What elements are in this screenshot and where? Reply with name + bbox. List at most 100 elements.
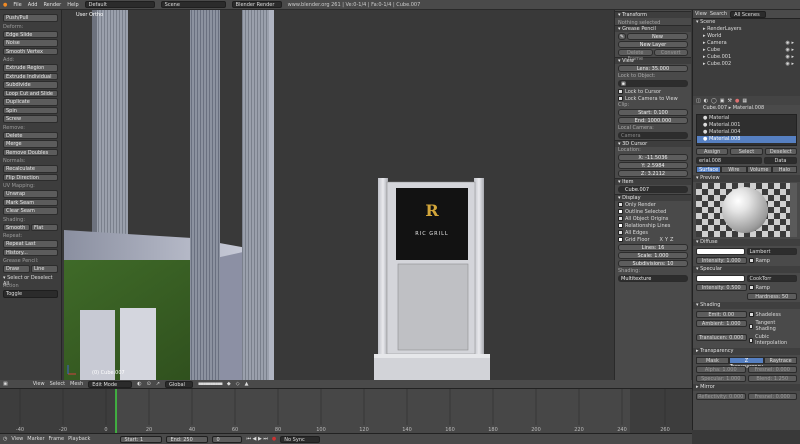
vp-menu-mesh[interactable]: Mesh [70, 381, 83, 387]
shadeless-check[interactable]: Shadeless [748, 311, 798, 318]
scene-selector[interactable]: Scene [160, 1, 226, 8]
deselect-button[interactable]: Deselect [764, 148, 797, 155]
hardness-field[interactable]: Hardness: 50 [746, 293, 797, 300]
tangent-check[interactable]: Tangent Shading [748, 320, 798, 332]
line-button[interactable]: Line [31, 265, 58, 273]
screw-button[interactable]: Screw [3, 115, 58, 123]
outliner-item-cube[interactable]: ▸ Cube ◉ ▸ [693, 47, 800, 54]
specular-alpha-field[interactable]: Specular: 1.000 [696, 375, 746, 382]
cursor-y-field[interactable]: Y: 2.5984 [618, 162, 688, 169]
cursor-x-field[interactable]: X: -11.5036 [618, 154, 688, 161]
texture-tab-icon[interactable]: ▦ [742, 98, 747, 104]
reflectivity-field[interactable]: Reflectivity: 0.000 [696, 393, 746, 400]
menu-file[interactable]: File [13, 2, 21, 8]
mask-tab[interactable]: Mask [696, 357, 729, 364]
diffuse-ramp-box[interactable] [748, 258, 754, 263]
tl-menu-view[interactable]: View [11, 436, 23, 442]
eye-icon[interactable]: ◉ ▸ [786, 40, 794, 47]
preview-type-buttons[interactable] [790, 183, 797, 237]
timeline-editor-icon[interactable]: ◷ [3, 436, 7, 442]
start-frame-field[interactable]: Start: 1 [120, 435, 163, 443]
vertex-select-icon[interactable]: ◆ [227, 381, 231, 387]
transform-header[interactable]: ▾ Transform [615, 11, 691, 18]
flat-button[interactable]: Flat [31, 223, 58, 231]
surface-tab[interactable]: Surface [696, 166, 722, 173]
all-edges-box[interactable] [618, 230, 623, 235]
axis-x-toggle[interactable]: X [660, 237, 663, 243]
eye-icon[interactable]: ◉ ▸ [786, 61, 794, 68]
material-slot[interactable]: ● Material.004 [697, 129, 796, 136]
sync-select[interactable]: No Sync [280, 435, 321, 443]
relationship-lines-box[interactable] [618, 223, 623, 228]
item-panel-header[interactable]: ▾ Item [615, 178, 691, 185]
select-button[interactable]: Select [730, 148, 763, 155]
blender-icon[interactable]: ● [3, 2, 7, 8]
loop-cut-button[interactable]: Loop Cut and Slide [3, 89, 58, 97]
shading-select[interactable]: Multitexture [618, 275, 688, 282]
emit-field[interactable]: Emit: 0.00 [696, 311, 747, 318]
alpha-field[interactable]: Alpha: 1.000 [696, 366, 746, 373]
outliner-item-cube001[interactable]: ▸ Cube.001 ◉ ▸ [693, 54, 800, 61]
outline-selected-box[interactable] [618, 209, 623, 214]
grid-floor-box[interactable] [618, 237, 623, 242]
outliner-display-select[interactable]: All Scenes [730, 10, 767, 18]
all-origins-check[interactable]: All Object Origins [615, 215, 691, 222]
diffuse-header[interactable]: ▾ Diffuse [693, 239, 800, 246]
outliner-item-renderlayers[interactable]: ▸ RenderLayers [693, 26, 800, 33]
3d-viewport[interactable]: R User Ortho RIC GRILL (0) Cube.007 [62, 10, 614, 380]
mirror-header[interactable]: ▸ Mirror [693, 384, 800, 391]
material-slot[interactable]: ● Material [697, 115, 796, 122]
cubic-box[interactable] [748, 337, 754, 343]
axis-y-toggle[interactable]: Y [665, 237, 668, 243]
lock-object-field[interactable]: ▣ [618, 80, 688, 87]
playback-controls[interactable]: ⏮ ◀ ▶ ⏭ [246, 436, 267, 442]
ztransp-tab[interactable]: Z Transparency [728, 357, 765, 370]
halo-tab[interactable]: Halo [771, 166, 797, 173]
recalculate-button[interactable]: Recalculate [3, 165, 58, 173]
outliner-item-world[interactable]: ▸ World [693, 33, 800, 40]
manipulator-icon[interactable]: ↗ [156, 381, 160, 387]
material-slot[interactable]: ● Material.001 [697, 122, 796, 129]
mark-seam-button[interactable]: Mark Seam [3, 198, 58, 206]
subdivide-button[interactable]: Subdivide [3, 81, 58, 89]
orientation-select[interactable]: Global [165, 380, 193, 388]
lock-camera-check[interactable]: Lock Camera to View [615, 95, 691, 102]
view-panel-header[interactable]: ▾ View [615, 57, 691, 64]
specular-intensity-field[interactable]: Intensity: 0.500 [696, 284, 747, 291]
remove-doubles-button[interactable]: Remove Doubles [3, 148, 58, 156]
repeat-last-button[interactable]: Repeat Last [3, 240, 58, 248]
camera-field[interactable]: Camera [618, 132, 688, 139]
edge-slide-button[interactable]: Edge Slide [3, 30, 58, 38]
render-tab-icon[interactable]: ◫ [696, 98, 701, 104]
modifier-tab-icon[interactable]: ⚒ [727, 98, 731, 104]
wire-tab[interactable]: Wire [721, 166, 747, 173]
unwrap-button[interactable]: Unwrap [3, 190, 58, 198]
current-frame-field[interactable]: 0 [212, 435, 243, 443]
extrude-individual-button[interactable]: Extrude Individual [3, 72, 58, 80]
mode-select[interactable]: Edit Mode [88, 380, 133, 388]
convert-button[interactable]: Convert [653, 49, 688, 56]
draw-button[interactable]: Draw [3, 265, 30, 273]
grease-pencil-panel-header[interactable]: ▾ Grease Pencil [615, 25, 691, 32]
tl-menu-marker[interactable]: Marker [27, 436, 44, 442]
only-render-check[interactable]: Only Render [615, 201, 691, 208]
outliner-item-cube002[interactable]: ▸ Cube.002 ◉ ▸ [693, 61, 800, 68]
outliner-item-scene[interactable]: ▾ Scene [693, 19, 800, 26]
only-render-box[interactable] [618, 202, 623, 207]
mirror-fresnel-field[interactable]: Fresnel: 0.000 [747, 393, 797, 400]
display-panel-header[interactable]: ▾ Display [615, 194, 691, 201]
all-edges-check[interactable]: All Edges [615, 229, 691, 236]
transparency-header[interactable]: ▸ Transparency [693, 348, 800, 355]
new-gp-button[interactable]: New [627, 33, 688, 40]
grid-lines-field[interactable]: Lines: 16 [618, 244, 688, 251]
menu-render[interactable]: Render [43, 2, 61, 8]
axis-z-toggle[interactable]: Z [670, 237, 673, 243]
merge-button[interactable]: Merge [3, 140, 58, 148]
diffuse-ramp-check[interactable]: Ramp [748, 257, 798, 264]
ambient-field[interactable]: Ambient: 1.000 [696, 320, 747, 327]
edge-select-icon[interactable]: ◇ [236, 381, 240, 387]
cubic-check[interactable]: Cubic Interpolation [748, 334, 798, 346]
record-icon[interactable]: ● [272, 436, 276, 442]
world-tab-icon[interactable]: ◯ [711, 98, 717, 104]
timeline-strip[interactable]: -40 -20 0 20 40 60 80 100 120 140 160 180 200 220 240 2… [0, 389, 692, 433]
